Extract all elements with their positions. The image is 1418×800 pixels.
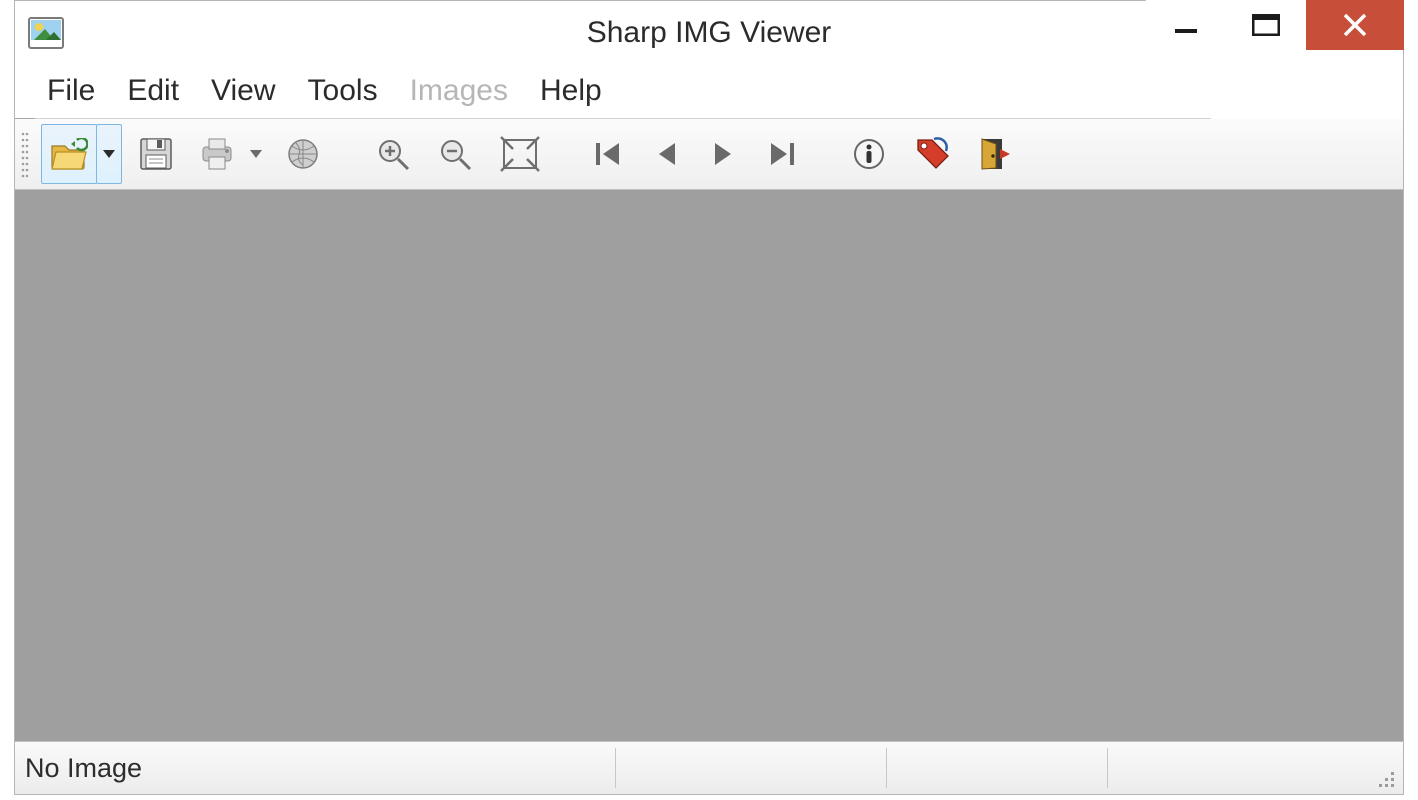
menu-file[interactable]: File (31, 65, 111, 117)
next-image-button[interactable] (699, 124, 749, 184)
close-icon (1341, 11, 1369, 39)
minimize-icon (1173, 12, 1199, 38)
chevron-down-icon (249, 149, 263, 159)
chevron-down-icon (102, 149, 116, 159)
globe-icon (286, 137, 320, 171)
tag-icon (912, 136, 952, 172)
print-icon (199, 137, 235, 171)
exit-button[interactable] (969, 124, 1023, 184)
minimize-button[interactable] (1146, 0, 1226, 50)
status-cell-2 (616, 742, 886, 794)
open-in-browser-button[interactable] (277, 124, 329, 184)
open-recent-dropdown[interactable] (96, 124, 122, 184)
toolbar-grip[interactable] (21, 129, 31, 179)
status-bar: No Image (15, 741, 1403, 794)
app-window: Sharp IMG Viewer File (14, 0, 1404, 795)
zoom-in-button[interactable] (367, 124, 421, 184)
zoom-out-icon (438, 137, 474, 171)
exit-icon (978, 137, 1014, 171)
status-cell-3 (887, 742, 1107, 794)
last-image-button[interactable] (757, 124, 807, 184)
status-message: No Image (15, 742, 615, 794)
window-controls (1146, 0, 1404, 50)
menu-edit[interactable]: Edit (111, 65, 195, 117)
menu-bar: File Edit View Tools Images Help (15, 64, 1211, 119)
menu-images: Images (394, 65, 524, 117)
skip-first-icon (593, 139, 623, 169)
open-button[interactable] (41, 124, 97, 184)
save-button[interactable] (130, 124, 182, 184)
toolbar (15, 119, 1403, 190)
close-button[interactable] (1306, 0, 1404, 50)
resize-grip[interactable] (1375, 768, 1397, 790)
previous-image-button[interactable] (641, 124, 691, 184)
maximize-button[interactable] (1226, 0, 1306, 50)
first-image-button[interactable] (583, 124, 633, 184)
print-button[interactable] (190, 124, 244, 184)
zoom-fit-button[interactable] (491, 124, 549, 184)
title-bar: Sharp IMG Viewer (15, 1, 1403, 64)
zoom-in-icon (376, 137, 412, 171)
skip-last-icon (767, 139, 797, 169)
app-icon (27, 16, 65, 50)
menu-help[interactable]: Help (524, 65, 618, 117)
fit-to-screen-icon (500, 136, 540, 172)
save-icon (139, 137, 173, 171)
zoom-out-button[interactable] (429, 124, 483, 184)
maximize-icon (1252, 14, 1280, 36)
image-viewport (15, 190, 1403, 741)
tag-button[interactable] (903, 124, 961, 184)
menu-tools[interactable]: Tools (292, 65, 394, 117)
info-icon (852, 137, 886, 171)
menu-view[interactable]: View (195, 65, 291, 117)
image-info-button[interactable] (843, 124, 895, 184)
status-cell-4 (1108, 742, 1403, 794)
next-icon (711, 139, 737, 169)
open-folder-icon (50, 138, 88, 170)
print-dropdown[interactable] (243, 124, 269, 184)
previous-icon (653, 139, 679, 169)
